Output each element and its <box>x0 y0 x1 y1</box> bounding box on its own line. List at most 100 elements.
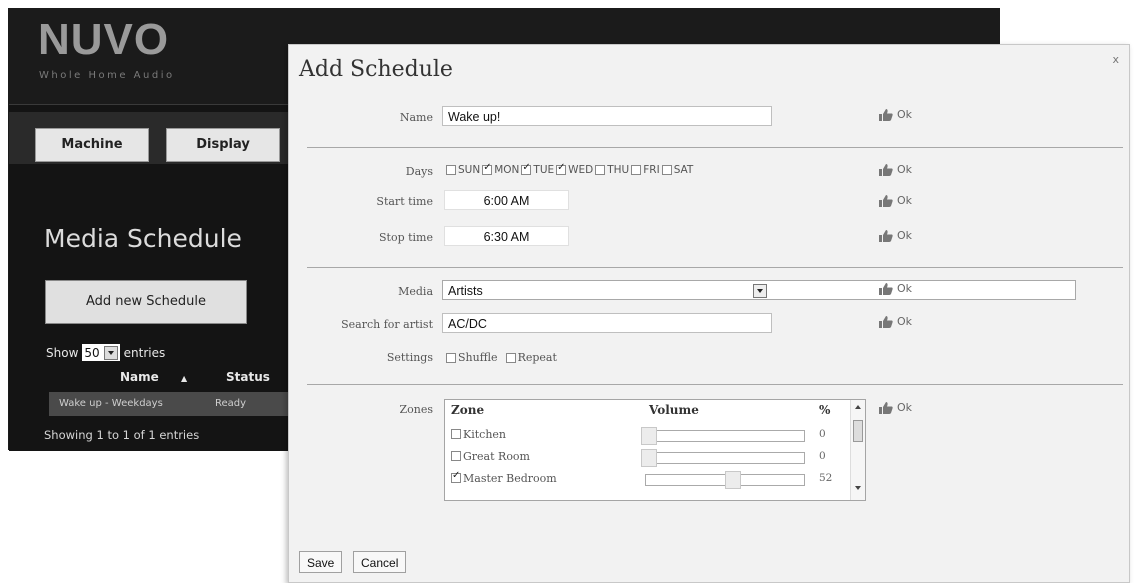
tab-machine[interactable]: Machine <box>35 128 149 162</box>
search-artist-input[interactable]: AC/DC <box>442 313 772 333</box>
cancel-button[interactable]: Cancel <box>353 551 407 573</box>
divider <box>307 267 1123 268</box>
day-tue[interactable]: TUE <box>521 162 554 176</box>
entries-select[interactable]: 50 <box>82 344 120 361</box>
thumbs-up-icon <box>879 229 893 242</box>
day-thu[interactable]: THU <box>595 164 629 176</box>
shuffle-option[interactable]: Shuffle <box>446 351 498 364</box>
tue-checkbox[interactable] <box>521 162 532 175</box>
name-input[interactable]: Wake up! <box>442 106 772 126</box>
search-artist-label: Search for artist <box>341 318 433 331</box>
add-new-schedule-button[interactable]: Add new Schedule <box>45 280 247 324</box>
day-fri[interactable]: FRI <box>631 164 660 176</box>
search-ok-indicator: Ok <box>879 315 912 328</box>
day-mon[interactable]: MON <box>482 162 519 176</box>
days-checkbox-group: SUN MON TUE WED THU FRI SAT <box>446 162 695 176</box>
show-entries: Show 50 entries <box>46 344 165 361</box>
stop-time-input[interactable]: 6:30 AM <box>444 226 569 246</box>
shuffle-checkbox[interactable] <box>446 352 456 363</box>
thumbs-up-icon <box>879 163 893 176</box>
scroll-down-icon[interactable] <box>855 486 861 490</box>
logo-tagline: Whole Home Audio <box>39 70 175 81</box>
zones-label: Zones <box>399 403 433 416</box>
master-bedroom-volume-value: 52 <box>819 472 833 484</box>
media-select[interactable]: Artists <box>442 280 1076 300</box>
master-bedroom-volume-handle[interactable] <box>725 471 741 489</box>
save-button[interactable]: Save <box>299 551 343 573</box>
thumbs-up-icon <box>879 401 893 414</box>
zone-name: Kitchen <box>463 427 506 441</box>
name-label: Name <box>399 111 433 124</box>
showing-entries-text: Showing 1 to 1 of 1 entries <box>44 428 200 442</box>
zone-row-master-bedroom[interactable]: Master Bedroom <box>451 468 557 488</box>
tab-display[interactable]: Display <box>166 128 280 162</box>
zone-row-kitchen[interactable]: Kitchen <box>451 424 506 444</box>
media-value: Artists <box>448 284 483 298</box>
table-row[interactable]: Wake up - Weekdays Ready <box>49 392 299 416</box>
great-room-checkbox[interactable] <box>451 451 461 461</box>
repeat-checkbox[interactable] <box>505 352 516 363</box>
divider <box>307 147 1123 148</box>
nuvo-logo: NUVO <box>38 15 170 64</box>
great-room-volume-value: 0 <box>819 450 826 462</box>
sat-checkbox[interactable] <box>661 165 672 175</box>
wed-checkbox[interactable] <box>556 162 567 175</box>
stop-time-label: Stop time <box>379 231 433 244</box>
zones-table: Zone Volume % Kitchen 0 Great Room 0 Mas… <box>444 399 866 501</box>
dialog-title: Add Schedule <box>299 57 453 82</box>
zones-scrollbar[interactable] <box>850 400 865 500</box>
scroll-up-icon[interactable] <box>855 405 861 409</box>
day-wed[interactable]: WED <box>556 162 593 176</box>
row-status: Ready <box>215 398 247 409</box>
zone-column-header: Zone <box>451 403 485 417</box>
start-time-input[interactable]: 6:00 AM <box>444 190 569 210</box>
kitchen-checkbox[interactable] <box>451 429 461 439</box>
column-header-status[interactable]: Status <box>226 370 270 384</box>
stop-time-ok-indicator: Ok <box>879 229 912 242</box>
chevron-down-icon <box>753 284 767 298</box>
zone-row-great-room[interactable]: Great Room <box>451 446 530 466</box>
thu-checkbox[interactable] <box>595 165 606 175</box>
name-ok-indicator: Ok <box>879 108 912 121</box>
days-ok-indicator: Ok <box>879 163 912 176</box>
close-icon[interactable]: x <box>1112 53 1119 66</box>
day-sat[interactable]: SAT <box>661 164 693 176</box>
media-label: Media <box>398 285 433 298</box>
thumbs-up-icon <box>879 194 893 207</box>
scroll-handle[interactable] <box>853 420 863 442</box>
zone-name: Great Room <box>463 449 530 463</box>
start-time-label: Start time <box>376 195 433 208</box>
kitchen-volume-value: 0 <box>819 428 826 440</box>
divider <box>307 384 1123 385</box>
page-title: Media Schedule <box>44 224 242 253</box>
column-header-name[interactable]: Name ▲ <box>120 370 187 384</box>
thumbs-up-icon <box>879 282 893 295</box>
thumbs-up-icon <box>879 315 893 328</box>
zones-ok-indicator: Ok <box>879 401 912 414</box>
kitchen-volume-slider[interactable] <box>645 430 805 442</box>
thumbs-up-icon <box>879 108 893 121</box>
repeat-option[interactable]: Repeat <box>505 351 557 364</box>
fri-checkbox[interactable] <box>631 165 642 175</box>
days-label: Days <box>405 165 433 178</box>
percent-column-header: % <box>819 403 831 417</box>
add-schedule-dialog: Add Schedule x Name Wake up! Ok Days SUN… <box>288 44 1130 583</box>
zone-name: Master Bedroom <box>463 471 557 485</box>
show-label: Show <box>46 345 79 360</box>
media-ok-indicator: Ok <box>879 282 912 295</box>
row-name: Wake up - Weekdays <box>59 398 163 409</box>
settings-options: Shuffle Repeat <box>446 351 557 364</box>
sun-checkbox[interactable] <box>446 165 456 175</box>
sort-up-icon: ▲ <box>180 374 188 383</box>
mon-checkbox[interactable] <box>482 162 493 175</box>
kitchen-volume-handle[interactable] <box>641 427 657 445</box>
chevron-down-icon <box>103 345 118 360</box>
volume-column-header: Volume <box>649 403 699 417</box>
master-bedroom-checkbox[interactable] <box>451 470 461 483</box>
entries-value: 50 <box>84 345 100 360</box>
start-time-ok-indicator: Ok <box>879 194 912 207</box>
day-sun[interactable]: SUN <box>446 164 480 176</box>
entries-label: entries <box>123 345 166 360</box>
great-room-volume-slider[interactable] <box>645 452 805 464</box>
great-room-volume-handle[interactable] <box>641 449 657 467</box>
